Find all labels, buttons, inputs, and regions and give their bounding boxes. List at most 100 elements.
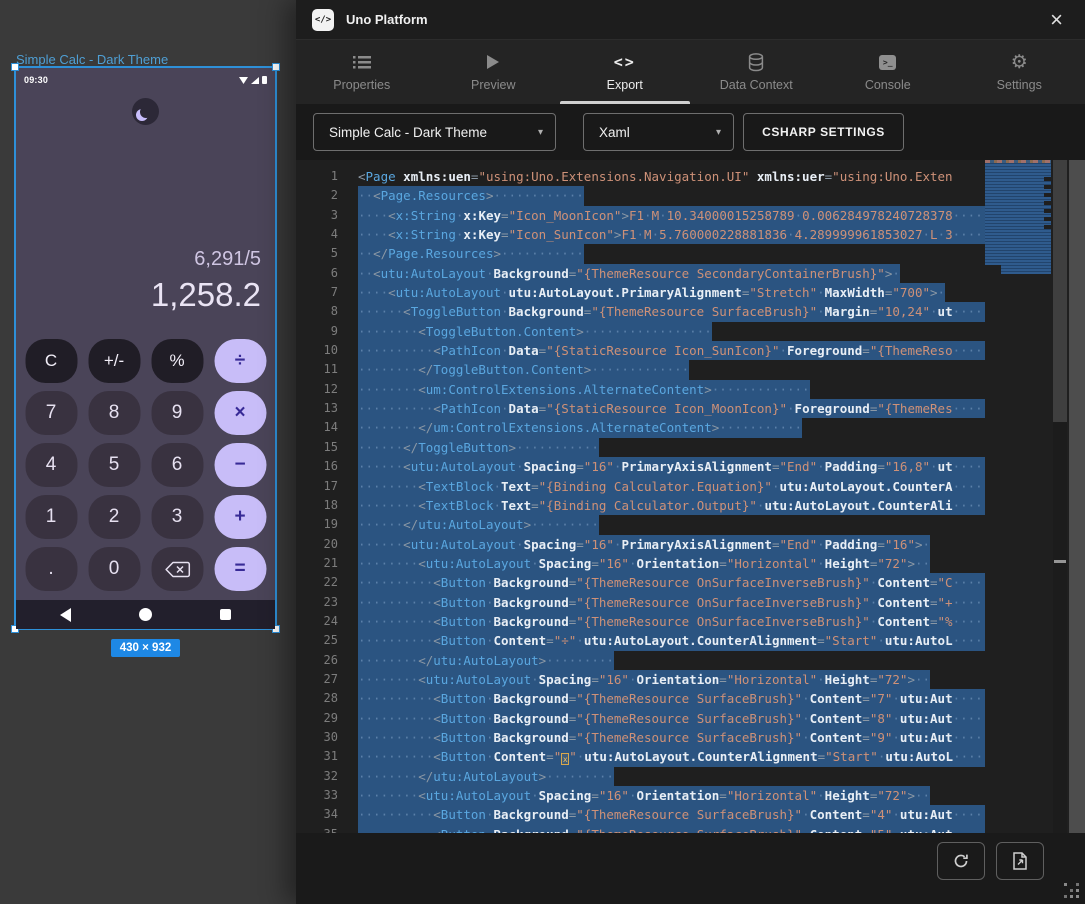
calc-key-9[interactable]: 9 <box>151 391 203 435</box>
calculator-output: 1,258.2 <box>151 278 261 313</box>
code-line-26: 26········</utu:AutoLayout>········· <box>296 651 1085 670</box>
line-number: 32 <box>296 767 338 786</box>
calc-key-add[interactable]: + <box>214 495 266 539</box>
calc-key-1[interactable]: 1 <box>25 495 77 539</box>
code-line-20: 20······<utu:AutoLayout·Spacing="16"·Pri… <box>296 535 1085 554</box>
code-line-5: 5··</Page.Resources>··········· <box>296 244 1085 263</box>
code-line-9: 9········<ToggleButton.Content>·········… <box>296 322 1085 341</box>
line-number: 19 <box>296 515 338 534</box>
calc-key-decimal[interactable]: . <box>25 547 77 591</box>
calc-key-5[interactable]: 5 <box>88 443 140 487</box>
code-line-23: 23··········<Button·Background="{ThemeRe… <box>296 593 1085 612</box>
calc-key-backspace[interactable] <box>151 547 203 591</box>
calc-key-clear[interactable]: C <box>25 339 77 383</box>
window-title: Uno Platform <box>346 12 428 27</box>
selection-handle[interactable] <box>272 63 280 71</box>
code-line-29: 29··········<Button·Background="{ThemeRe… <box>296 709 1085 728</box>
resize-grip-icon[interactable] <box>1064 883 1067 886</box>
line-number: 11 <box>296 360 338 379</box>
code-line-13: 13··········<PathIcon·Data="{StaticResou… <box>296 399 1085 418</box>
tab-preview[interactable]: Preview <box>428 40 560 104</box>
tab-label: Properties <box>333 78 390 92</box>
calc-key-6[interactable]: 6 <box>151 443 203 487</box>
code-line-25: 25··········<Button·Content="÷"·utu:Auto… <box>296 631 1085 650</box>
line-number: 25 <box>296 631 338 650</box>
selection-handle[interactable] <box>11 63 19 71</box>
backspace-icon <box>164 561 190 578</box>
line-number: 3 <box>296 206 338 225</box>
recents-icon[interactable] <box>220 609 231 620</box>
calc-key-equals[interactable]: = <box>214 547 266 591</box>
tab-label: Settings <box>997 78 1042 92</box>
code-line-1: 1<Page xmlns:uen="using:Uno.Extensions.N… <box>296 167 1085 186</box>
minimap[interactable] <box>985 160 1051 276</box>
calc-key-negate[interactable]: +/- <box>88 339 140 383</box>
scrollbar-thumb[interactable] <box>1053 160 1067 422</box>
code-line-10: 10··········<PathIcon·Data="{StaticResou… <box>296 341 1085 360</box>
code-line-34: 34··········<Button·Background="{ThemeRe… <box>296 805 1085 824</box>
line-number: 12 <box>296 380 338 399</box>
editor-scrollbar[interactable] <box>1053 160 1067 833</box>
phone-status-bar: 09:30 <box>16 68 275 90</box>
theme-select[interactable]: Simple Calc - Dark Theme ▾ <box>313 113 556 151</box>
line-number: 31 <box>296 747 338 766</box>
calc-key-8[interactable]: 8 <box>88 391 140 435</box>
calc-key-2[interactable]: 2 <box>88 495 140 539</box>
line-number: 6 <box>296 264 338 283</box>
calc-key-percent[interactable]: % <box>151 339 203 383</box>
export-file-button[interactable] <box>996 842 1044 880</box>
panel-scroll-track[interactable] <box>1069 160 1085 833</box>
code-line-8: 8······<ToggleButton·Background="{ThemeR… <box>296 302 1085 321</box>
calc-key-7[interactable]: 7 <box>25 391 77 435</box>
code-line-7: 7····<utu:AutoLayout·utu:AutoLayout.Prim… <box>296 283 1085 302</box>
calc-key-4[interactable]: 4 <box>25 443 77 487</box>
status-time: 09:30 <box>24 75 48 85</box>
tab-properties[interactable]: Properties <box>296 40 428 104</box>
format-select[interactable]: Xaml ▾ <box>583 113 734 151</box>
line-number: 24 <box>296 612 338 631</box>
code-line-2: 2··<Page.Resources>············ <box>296 186 1085 205</box>
tab-console[interactable]: >_Console <box>822 40 954 104</box>
tab-label: Preview <box>471 78 515 92</box>
calc-key-multiply[interactable]: × <box>214 391 266 435</box>
line-number: 5 <box>296 244 338 263</box>
line-number: 15 <box>296 438 338 457</box>
calc-key-divide[interactable]: ÷ <box>214 339 266 383</box>
chevron-down-icon: ▾ <box>538 127 543 138</box>
code-line-35: 35··········<Button·Background="{ThemeRe… <box>296 825 1085 833</box>
scrollbar-marker <box>1054 560 1066 563</box>
line-number: 34 <box>296 805 338 824</box>
calc-key-subtract[interactable]: − <box>214 443 266 487</box>
code-line-16: 16······<utu:AutoLayout·Spacing="16"·Pri… <box>296 457 1085 476</box>
home-icon[interactable] <box>139 608 152 621</box>
code-lines: 1<Page xmlns:uen="using:Uno.Extensions.N… <box>296 167 1085 833</box>
tab-label: Data Context <box>720 78 793 92</box>
app-logo-icon: </> <box>312 9 334 31</box>
code-line-11: 11········</ToggleButton.Content>·······… <box>296 360 1085 379</box>
code-line-6: 6··<utu:AutoLayout·Background="{ThemeRes… <box>296 264 1085 283</box>
tab-settings[interactable]: ⚙Settings <box>954 40 1085 104</box>
refresh-button[interactable] <box>937 842 985 880</box>
calc-key-3[interactable]: 3 <box>151 495 203 539</box>
csharp-settings-button[interactable]: CSHARP SETTINGS <box>743 113 904 151</box>
refresh-icon <box>952 852 970 870</box>
back-icon[interactable] <box>60 608 71 622</box>
phone-preview[interactable]: 09:30 6,291/5 1,258.2 C+/-%÷ 789× 456− 123+… <box>14 66 277 630</box>
close-icon[interactable]: × <box>1050 9 1069 31</box>
android-nav-bar <box>16 600 275 629</box>
tab-data-context[interactable]: Data Context <box>691 40 823 104</box>
calculator-display: 6,291/5 1,258.2 <box>151 248 261 313</box>
calculator-equation: 6,291/5 <box>151 248 261 271</box>
theme-toggle-button[interactable] <box>132 98 159 125</box>
tab-export[interactable]: <>Export <box>559 40 691 104</box>
tab-label: Export <box>607 78 643 92</box>
code-line-4: 4····<x:String·x:Key="Icon_SunIcon">F1·M… <box>296 225 1085 244</box>
line-number: 1 <box>296 167 338 186</box>
window-title-bar: </> Uno Platform × <box>296 0 1085 40</box>
chevron-down-icon: ▾ <box>716 127 721 138</box>
calc-key-0[interactable]: 0 <box>88 547 140 591</box>
code-line-19: 19······</utu:AutoLayout>········· <box>296 515 1085 534</box>
code-editor[interactable]: 1<Page xmlns:uen="using:Uno.Extensions.N… <box>296 160 1085 833</box>
code-line-18: 18········<TextBlock·Text="{Binding Calc… <box>296 496 1085 515</box>
line-number: 16 <box>296 457 338 476</box>
